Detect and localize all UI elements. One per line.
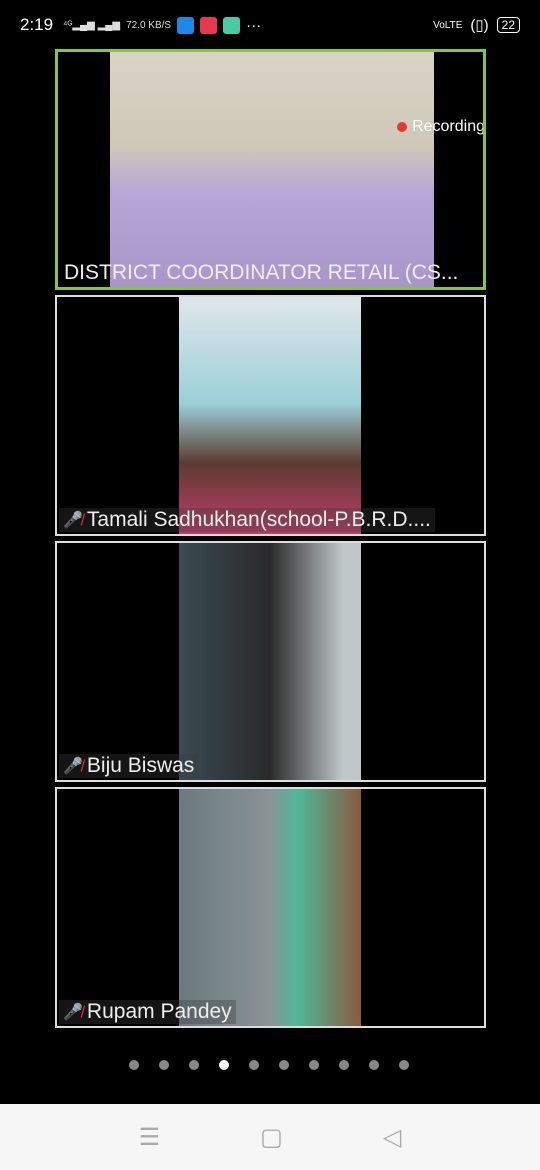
recording-dot-icon <box>397 122 408 132</box>
page-dot[interactable] <box>369 1060 379 1070</box>
video-tile[interactable]: 🎤̸ Tamali Sadhukhan(school-P.B.R.D.... <box>55 295 486 536</box>
page-dot[interactable] <box>279 1060 289 1070</box>
page-dot[interactable] <box>309 1060 319 1070</box>
page-dot[interactable] <box>159 1060 169 1070</box>
mic-muted-icon: 🎤̸ <box>63 1004 83 1021</box>
app-notification-icon <box>177 16 195 34</box>
video-feed <box>179 297 361 534</box>
page-dot[interactable] <box>249 1060 259 1070</box>
signal-icon: ⁴ᴳ▂▄▆ ▂▄▆ <box>63 19 121 31</box>
menu-icon[interactable]: ☰ <box>139 1123 161 1152</box>
status-bar: 2:19 ⁴ᴳ▂▄▆ ▂▄▆ 72.0 KB/S ··· VoLTE (▯) 2… <box>0 0 540 50</box>
app-notification-icon <box>200 16 218 34</box>
more-notifications: ··· <box>246 16 262 34</box>
video-tile[interactable]: 🎤̸ Rupam Pandey <box>55 787 486 1028</box>
page-dot[interactable] <box>219 1060 229 1070</box>
recording-indicator: Recording <box>397 118 485 136</box>
home-icon[interactable]: ▢ <box>260 1123 283 1152</box>
video-tile[interactable]: 🎤̸ Biju Biswas <box>55 541 486 782</box>
mic-muted-icon: 🎤̸ <box>63 758 83 775</box>
network-speed: 72.0 KB/S <box>126 19 172 31</box>
video-feed <box>179 543 361 780</box>
page-dot[interactable] <box>129 1060 139 1070</box>
participant-name: 🎤̸ Biju Biswas <box>59 754 199 778</box>
vibrate-icon: (▯) <box>470 17 489 34</box>
navigation-bar: ☰ ▢ ◁ <box>0 1104 540 1170</box>
clock: 2:19 <box>20 15 54 34</box>
page-dot[interactable] <box>399 1060 409 1070</box>
participant-name: 🎤̸ Rupam Pandey <box>59 1000 236 1024</box>
recording-label: Recording <box>412 118 485 135</box>
participant-name: 🎤̸ Tamali Sadhukhan(school-P.B.R.D.... <box>59 508 435 532</box>
mic-muted-icon: 🎤̸ <box>63 512 83 529</box>
video-tile[interactable]: Recording DISTRICT COORDINATOR RETAIL (C… <box>55 49 486 290</box>
participant-name: DISTRICT COORDINATOR RETAIL (CS... <box>64 261 459 284</box>
app-notification-icon <box>223 16 241 34</box>
volte-icon: VoLTE <box>433 19 463 31</box>
video-feed <box>110 52 434 287</box>
back-icon[interactable]: ◁ <box>383 1123 401 1152</box>
battery-icon: 22 <box>496 17 520 33</box>
page-indicator[interactable] <box>129 1060 409 1070</box>
page-dot[interactable] <box>339 1060 349 1070</box>
video-feed <box>179 789 361 1026</box>
page-dot[interactable] <box>189 1060 199 1070</box>
